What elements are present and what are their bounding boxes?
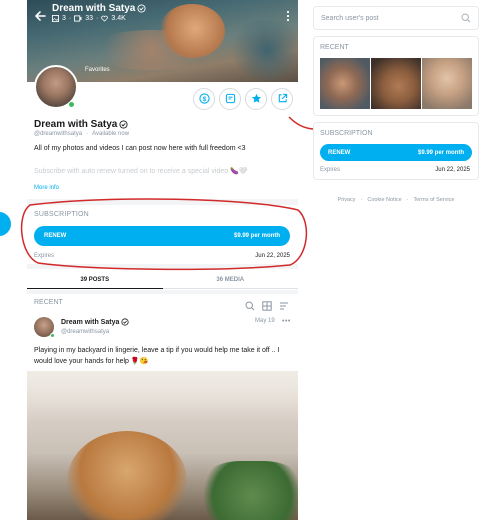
media-count: 33 <box>85 15 94 23</box>
favorites-label: Favorites <box>85 67 110 73</box>
online-status-dot <box>68 101 75 108</box>
verified-badge-icon <box>137 3 146 14</box>
heart-icon <box>101 15 109 22</box>
cover-stats: 3 · 33 · 3.4K <box>52 15 126 22</box>
more-info-link[interactable]: More info <box>34 185 59 191</box>
favorite-button[interactable] <box>245 88 267 110</box>
more-vertical-icon[interactable] <box>284 7 292 21</box>
share-button[interactable] <box>271 88 293 110</box>
section-divider <box>27 264 298 269</box>
profile-subline: @dreamwithsatya · Available now <box>34 131 129 137</box>
verified-badge-icon <box>121 318 129 326</box>
tab-media[interactable]: 36 MEDIA <box>162 271 298 289</box>
profile-name: Dream with Satya <box>34 119 128 130</box>
sort-icon[interactable] <box>279 297 289 310</box>
post-image[interactable] <box>27 371 298 520</box>
profile-column: Dream with Satya 3 · 33 · 3.4K Favorites <box>27 0 298 520</box>
recent-media-thumb[interactable] <box>371 58 421 109</box>
stats-separator: · <box>68 15 72 23</box>
footer-link-cookie-notice[interactable]: Cookie Notice <box>367 197 401 203</box>
share-icon <box>277 90 288 108</box>
likes-count: 3.4K <box>111 15 126 23</box>
expires-label: Expires <box>34 253 55 259</box>
sidebar-subscription-card: SUBSCRIPTION RENEW $9.99 per month Expir… <box>313 122 479 180</box>
grid-icon[interactable] <box>262 297 272 311</box>
section-divider <box>27 199 298 205</box>
online-status-dot <box>50 333 55 338</box>
message-icon <box>225 90 236 108</box>
recent-media-card: RECENT <box>313 36 479 116</box>
post-author: Dream with Satya <box>61 318 129 326</box>
posts-count: 3 <box>62 15 66 23</box>
section-divider <box>27 290 298 294</box>
footer-link-terms[interactable]: Terms of Service <box>414 197 455 203</box>
renew-label: RENEW <box>44 233 67 239</box>
footer-separator: · <box>360 197 363 203</box>
back-arrow-icon[interactable] <box>33 7 47 21</box>
recent-label: RECENT <box>34 299 63 306</box>
cover-title: Dream with Satya <box>52 3 146 14</box>
recent-media-thumb[interactable] <box>320 58 370 109</box>
recent-media-label: RECENT <box>320 44 349 51</box>
profile-handle[interactable]: @dreamwithsatya <box>34 131 82 137</box>
annotation-marker <box>0 212 11 236</box>
tip-button[interactable]: $ <box>193 88 215 110</box>
stats-separator: · <box>96 15 99 23</box>
cover-name: Dream with Satya <box>52 3 136 14</box>
recent-media-thumb[interactable] <box>422 58 472 109</box>
post-author-name[interactable]: Dream with Satya <box>61 319 119 326</box>
image-icon <box>52 15 59 22</box>
search-icon <box>461 13 471 23</box>
content-tabs: 39 POSTS 36 MEDIA <box>27 271 298 289</box>
footer-link-privacy[interactable]: Privacy <box>338 197 356 203</box>
expires-date: Jun 22, 2025 <box>255 253 290 259</box>
search-placeholder: Search user's post <box>321 14 379 22</box>
verified-badge-icon <box>119 119 128 130</box>
footer-links: Privacy · Cookie Notice · Terms of Servi… <box>313 197 479 203</box>
availability-status: Available now <box>92 131 130 137</box>
post-more-icon[interactable]: ••• <box>282 318 291 325</box>
sidebar-renew-price: $9.99 per month <box>417 149 464 156</box>
renew-button[interactable]: RENEW $9.99 per month <box>34 226 290 246</box>
footer-separator: · <box>406 197 409 203</box>
favorite-star-icon <box>251 90 262 108</box>
video-icon <box>74 15 82 22</box>
app-root: Dream with Satya 3 · 33 · 3.4K Favorites <box>0 0 500 520</box>
subscription-title: SUBSCRIPTION <box>34 211 89 218</box>
message-button[interactable] <box>219 88 241 110</box>
sidebar-subscription-title: SUBSCRIPTION <box>320 130 373 137</box>
post-text: Playing in my backyard in lingerie, leav… <box>34 347 280 365</box>
profile-bio-faded: Subscribe with auto renew turned on to r… <box>34 168 248 175</box>
profile-bio: All of my photos and videos I can post n… <box>34 145 246 152</box>
subline-separator: · <box>86 131 89 137</box>
svg-text:$: $ <box>202 96 206 103</box>
renew-price: $9.99 per month <box>233 233 280 239</box>
sidebar-renew-label: RENEW <box>328 149 351 156</box>
sidebar-expires-date: Jun 22, 2025 <box>435 167 470 173</box>
post-date: May 19 <box>255 318 275 324</box>
sidebar-expires-label: Expires <box>320 167 341 173</box>
profile-name-text: Dream with Satya <box>34 119 118 130</box>
sidebar-renew-button[interactable]: RENEW $9.99 per month <box>320 144 472 161</box>
post-author-handle[interactable]: @dreamwithsatya <box>61 329 109 335</box>
tab-posts[interactable]: 39 POSTS <box>27 271 163 289</box>
search-icon[interactable] <box>245 297 255 311</box>
tip-icon: $ <box>198 90 210 108</box>
search-posts-input[interactable]: Search user's post <box>313 6 479 30</box>
